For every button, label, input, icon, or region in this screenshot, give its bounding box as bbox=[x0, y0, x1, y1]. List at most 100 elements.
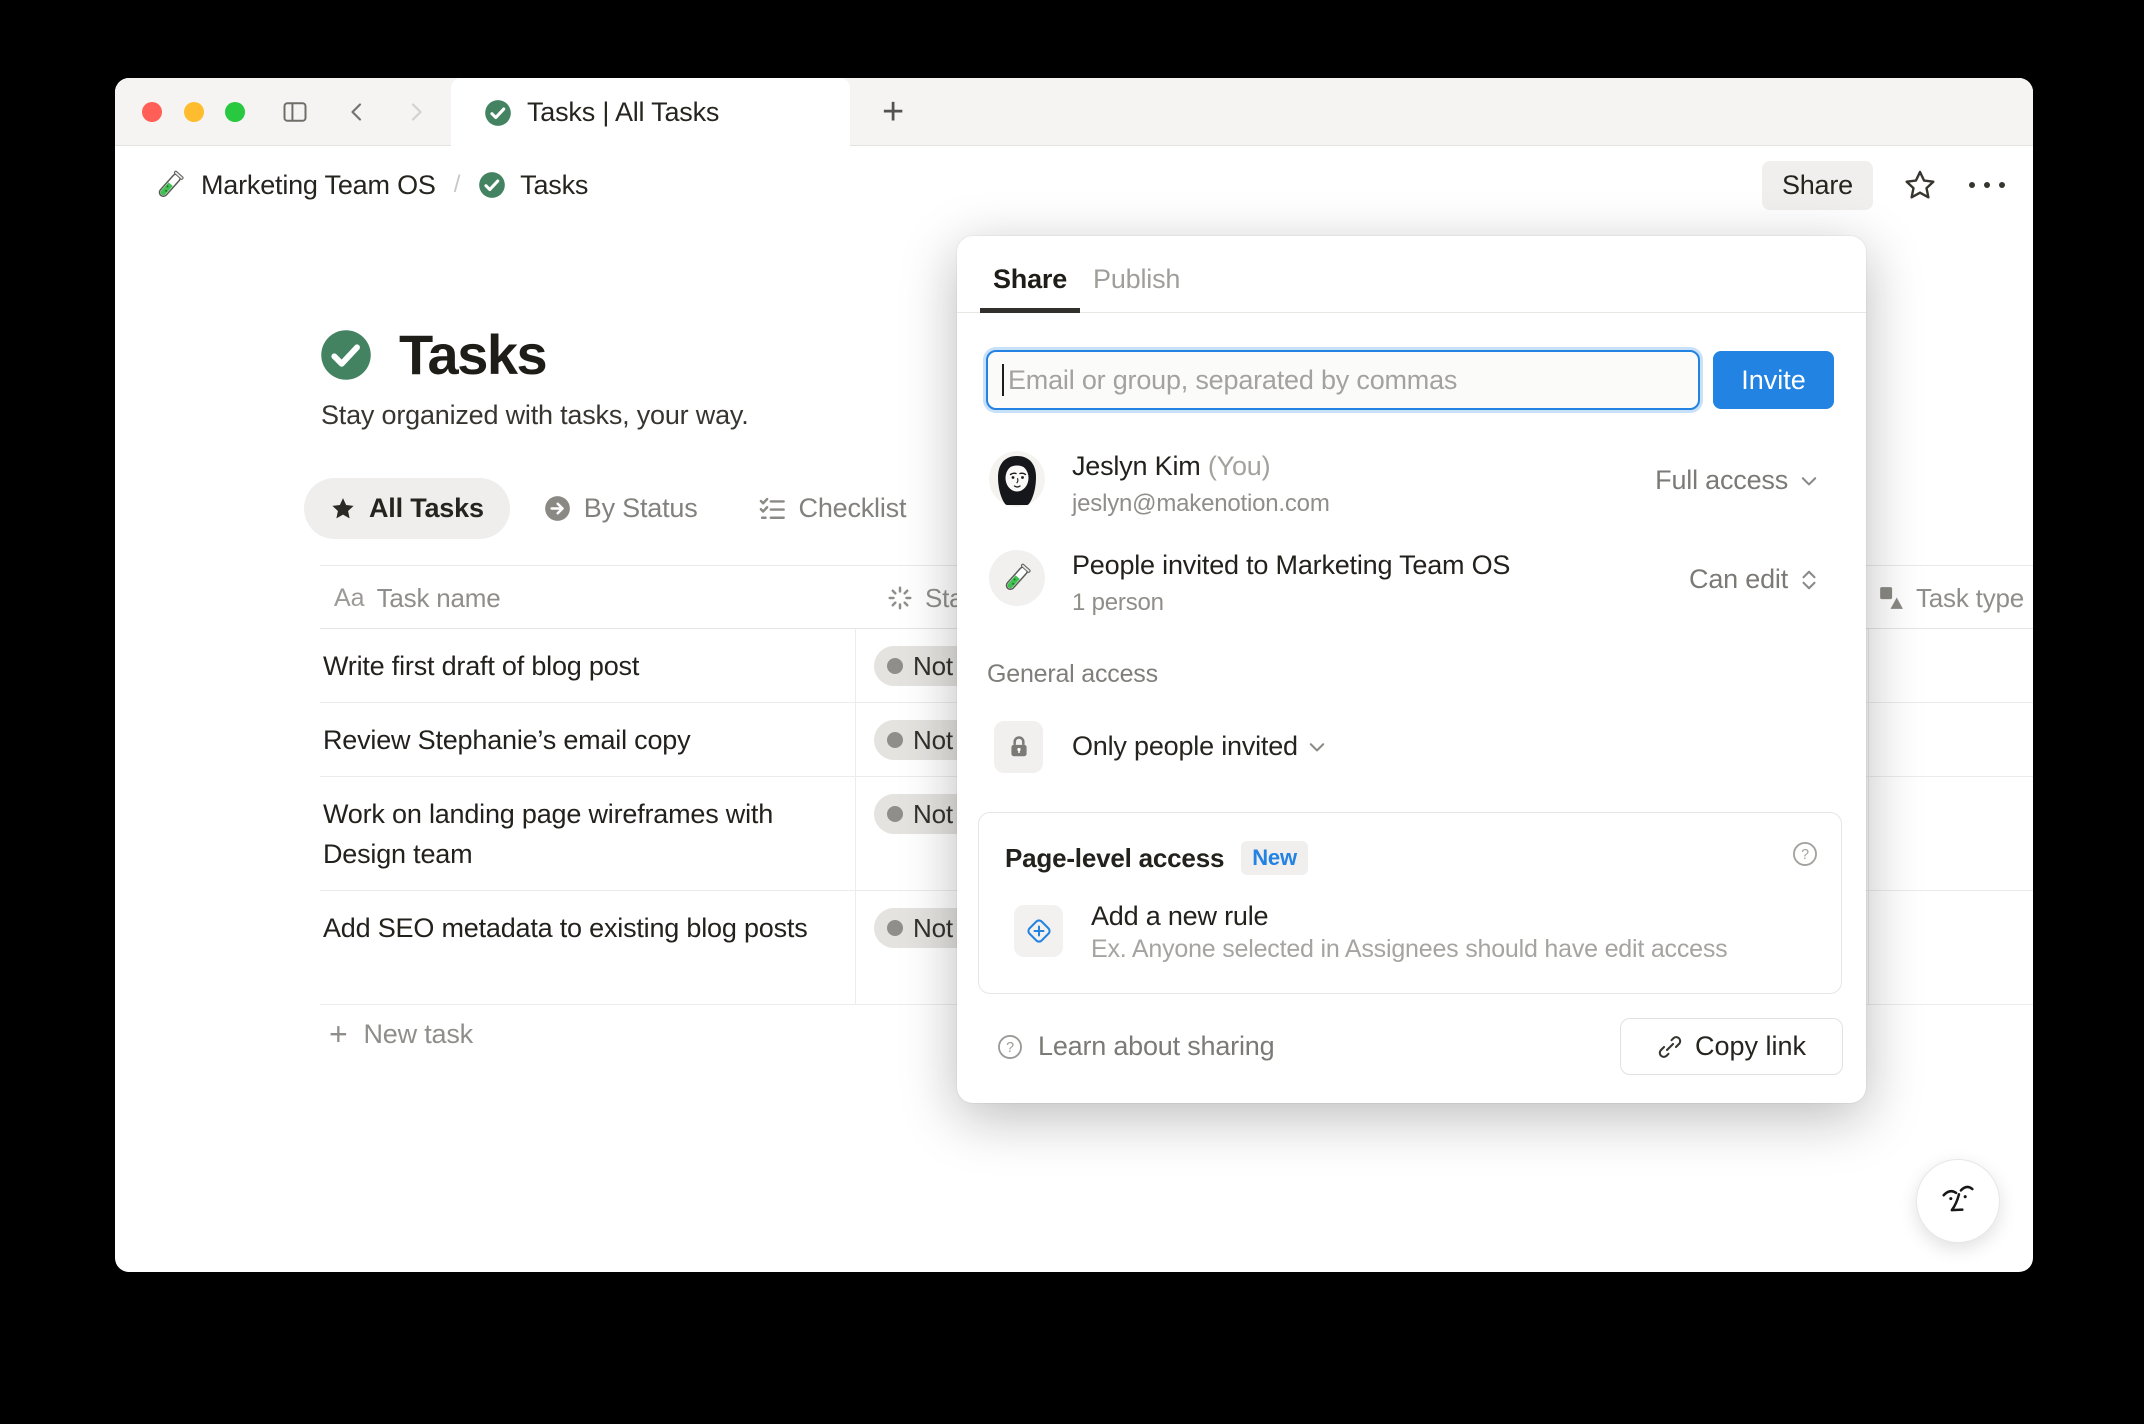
column-divider bbox=[855, 629, 856, 1005]
copy-link-button[interactable]: Copy link bbox=[1620, 1018, 1843, 1075]
shapes-icon bbox=[1880, 587, 1903, 609]
view-tab-checklist[interactable]: Checklist bbox=[732, 478, 933, 539]
more-options-icon[interactable] bbox=[1967, 176, 2007, 194]
task-name-cell[interactable]: Review Stephanie’s email copy bbox=[323, 720, 828, 760]
column-header-task-type[interactable]: Task type bbox=[1878, 566, 2024, 630]
star-filled-icon bbox=[332, 497, 354, 518]
view-tab-all-tasks[interactable]: All Tasks bbox=[304, 478, 510, 539]
person-name: Jeslyn Kim bbox=[1072, 451, 1201, 481]
status-dot bbox=[887, 920, 903, 936]
invite-row: Invite bbox=[986, 350, 1834, 410]
plus-icon: + bbox=[882, 90, 904, 133]
column-divider bbox=[1868, 629, 1869, 1005]
share-dialog: Share Publish Invite bbox=[957, 236, 1866, 1103]
view-tab-label: All Tasks bbox=[369, 493, 484, 523]
invite-button[interactable]: Invite bbox=[1713, 351, 1834, 409]
breadcrumb-divider: / bbox=[453, 171, 461, 198]
view-tab-label: Checklist bbox=[798, 493, 907, 523]
new-badge: New bbox=[1241, 841, 1308, 875]
tab-publish[interactable]: Publish bbox=[1080, 264, 1193, 312]
minimize-window-button[interactable] bbox=[184, 102, 204, 122]
arrow-circle-icon bbox=[544, 496, 570, 521]
breadcrumb: Marketing Team OS / Tasks bbox=[153, 168, 588, 202]
invite-email-input[interactable] bbox=[986, 350, 1700, 410]
close-window-button[interactable] bbox=[142, 102, 162, 122]
tab-bar: Tasks | All Tasks + bbox=[115, 78, 2033, 147]
top-actions: Share bbox=[1761, 160, 2007, 210]
plus-icon: + bbox=[329, 1015, 348, 1052]
checklist-icon bbox=[759, 497, 785, 519]
share-button[interactable]: Share bbox=[1761, 160, 1873, 210]
column-label: Task name bbox=[376, 582, 501, 613]
link-icon bbox=[1658, 1035, 1682, 1058]
green-check-icon bbox=[485, 99, 511, 126]
add-rule-button[interactable]: Add a new rule bbox=[1091, 901, 1269, 932]
view-tabs: All Tasks By Status Checklist bbox=[304, 478, 932, 539]
test-tube-icon bbox=[1005, 563, 1031, 591]
chevron-down-icon bbox=[1801, 476, 1817, 485]
share-dialog-footer: ? Learn about sharing Copy link bbox=[957, 993, 1866, 1103]
status-dot bbox=[887, 806, 903, 822]
text-property-icon: Aa bbox=[334, 583, 365, 612]
person-info: Jeslyn Kim (You) jeslyn@makenotion.com bbox=[1072, 451, 1330, 518]
page-level-access-box: Page-level access New ? Add a new rule E… bbox=[978, 812, 1842, 994]
zoom-window-button[interactable] bbox=[225, 102, 245, 122]
active-tab[interactable]: Tasks | All Tasks bbox=[451, 78, 850, 147]
person-you-suffix: (You) bbox=[1207, 451, 1271, 481]
access-dropdown-full-access[interactable]: Full access bbox=[1655, 465, 1820, 496]
notion-ai-button[interactable] bbox=[1916, 1159, 2000, 1243]
lock-icon bbox=[994, 721, 1043, 773]
share-dialog-tabs: Share Publish bbox=[957, 236, 1866, 313]
learn-label: Learn about sharing bbox=[1038, 1031, 1275, 1061]
access-level-label: Can edit bbox=[1689, 564, 1788, 594]
diamond-plus-icon bbox=[1014, 905, 1063, 957]
app-window: Tasks | All Tasks + Marketing Team OS / … bbox=[115, 78, 2033, 1272]
status-dot bbox=[887, 658, 903, 674]
notion-face-icon bbox=[1942, 1185, 1974, 1212]
help-icon[interactable]: ? bbox=[1792, 841, 1818, 867]
person-row[interactable]: People invited to Marketing Team OS 1 pe… bbox=[957, 550, 1866, 620]
add-rule-hint: Ex. Anyone selected in Assignees should … bbox=[1091, 935, 1728, 963]
view-tab-label: By Status bbox=[583, 493, 698, 523]
test-tube-icon bbox=[158, 170, 184, 198]
general-access-row[interactable]: Only people invited bbox=[957, 721, 1866, 773]
green-check-icon[interactable] bbox=[319, 328, 373, 382]
copy-link-label: Copy link bbox=[1694, 1031, 1807, 1061]
column-header-task-name[interactable]: Aa Task name bbox=[334, 566, 501, 630]
new-task-label: New task bbox=[363, 1018, 474, 1049]
general-access-value: Only people invited bbox=[1072, 731, 1298, 761]
group-info: People invited to Marketing Team OS 1 pe… bbox=[1072, 550, 1510, 617]
page-title: Tasks bbox=[399, 323, 548, 386]
svg-text:?: ? bbox=[1006, 1040, 1014, 1056]
group-name: People invited to Marketing Team OS bbox=[1072, 550, 1511, 580]
task-name-cell[interactable]: Work on landing page wireframes with Des… bbox=[323, 794, 828, 874]
learn-about-sharing-link[interactable]: ? Learn about sharing bbox=[997, 1031, 1275, 1062]
page-subtitle: Stay organized with tasks, your way. bbox=[321, 400, 749, 430]
access-dropdown-can-edit[interactable]: Can edit bbox=[1689, 564, 1820, 595]
new-tab-button[interactable]: + bbox=[873, 90, 913, 133]
breadcrumb-page[interactable]: Tasks bbox=[520, 170, 588, 201]
access-level-label: Full access bbox=[1655, 465, 1788, 495]
page-heading: Tasks bbox=[319, 322, 548, 387]
task-name-cell[interactable]: Add SEO metadata to existing blog posts bbox=[323, 908, 828, 948]
help-icon: ? bbox=[998, 1034, 1022, 1059]
page-level-access-title: Page-level access bbox=[1005, 842, 1225, 873]
task-name-cell[interactable]: Write first draft of blog post bbox=[323, 646, 828, 686]
avatar bbox=[989, 451, 1045, 507]
green-check-icon bbox=[479, 172, 506, 198]
tab-title: Tasks | All Tasks bbox=[527, 97, 720, 127]
breadcrumb-workspace[interactable]: Marketing Team OS bbox=[201, 170, 436, 201]
person-row[interactable]: Jeslyn Kim (You) jeslyn@makenotion.com F… bbox=[957, 451, 1866, 521]
back-chevron-icon[interactable] bbox=[343, 98, 371, 126]
star-outline-icon[interactable] bbox=[1903, 168, 1937, 202]
tab-share[interactable]: Share bbox=[980, 264, 1081, 313]
status-dot bbox=[887, 732, 903, 748]
view-tab-by-status[interactable]: By Status bbox=[518, 478, 724, 539]
status-spinner-icon bbox=[888, 586, 912, 610]
svg-text:?: ? bbox=[1801, 847, 1809, 863]
chevron-down-icon bbox=[1309, 742, 1325, 751]
sidebar-toggle-icon[interactable] bbox=[281, 98, 309, 126]
chevron-up-down-icon bbox=[1802, 570, 1816, 589]
general-access-label: General access bbox=[987, 660, 1158, 688]
forward-chevron-icon[interactable] bbox=[402, 98, 430, 126]
